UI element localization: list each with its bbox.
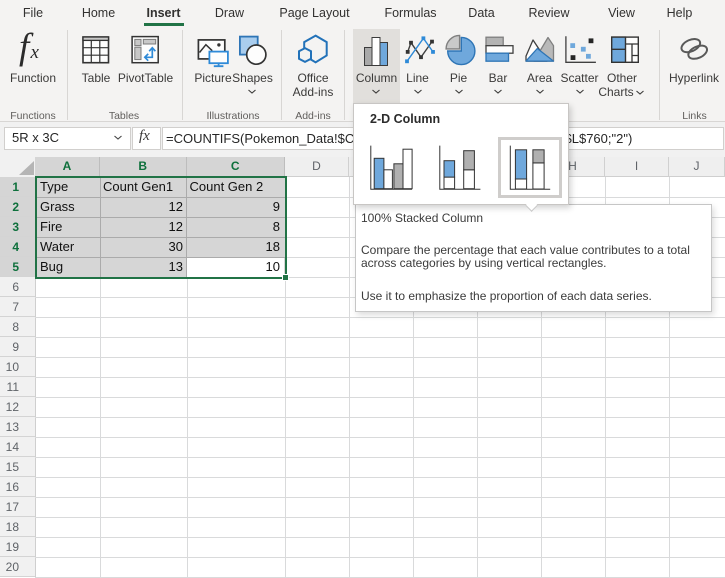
svg-text:x: x [30,42,40,63]
